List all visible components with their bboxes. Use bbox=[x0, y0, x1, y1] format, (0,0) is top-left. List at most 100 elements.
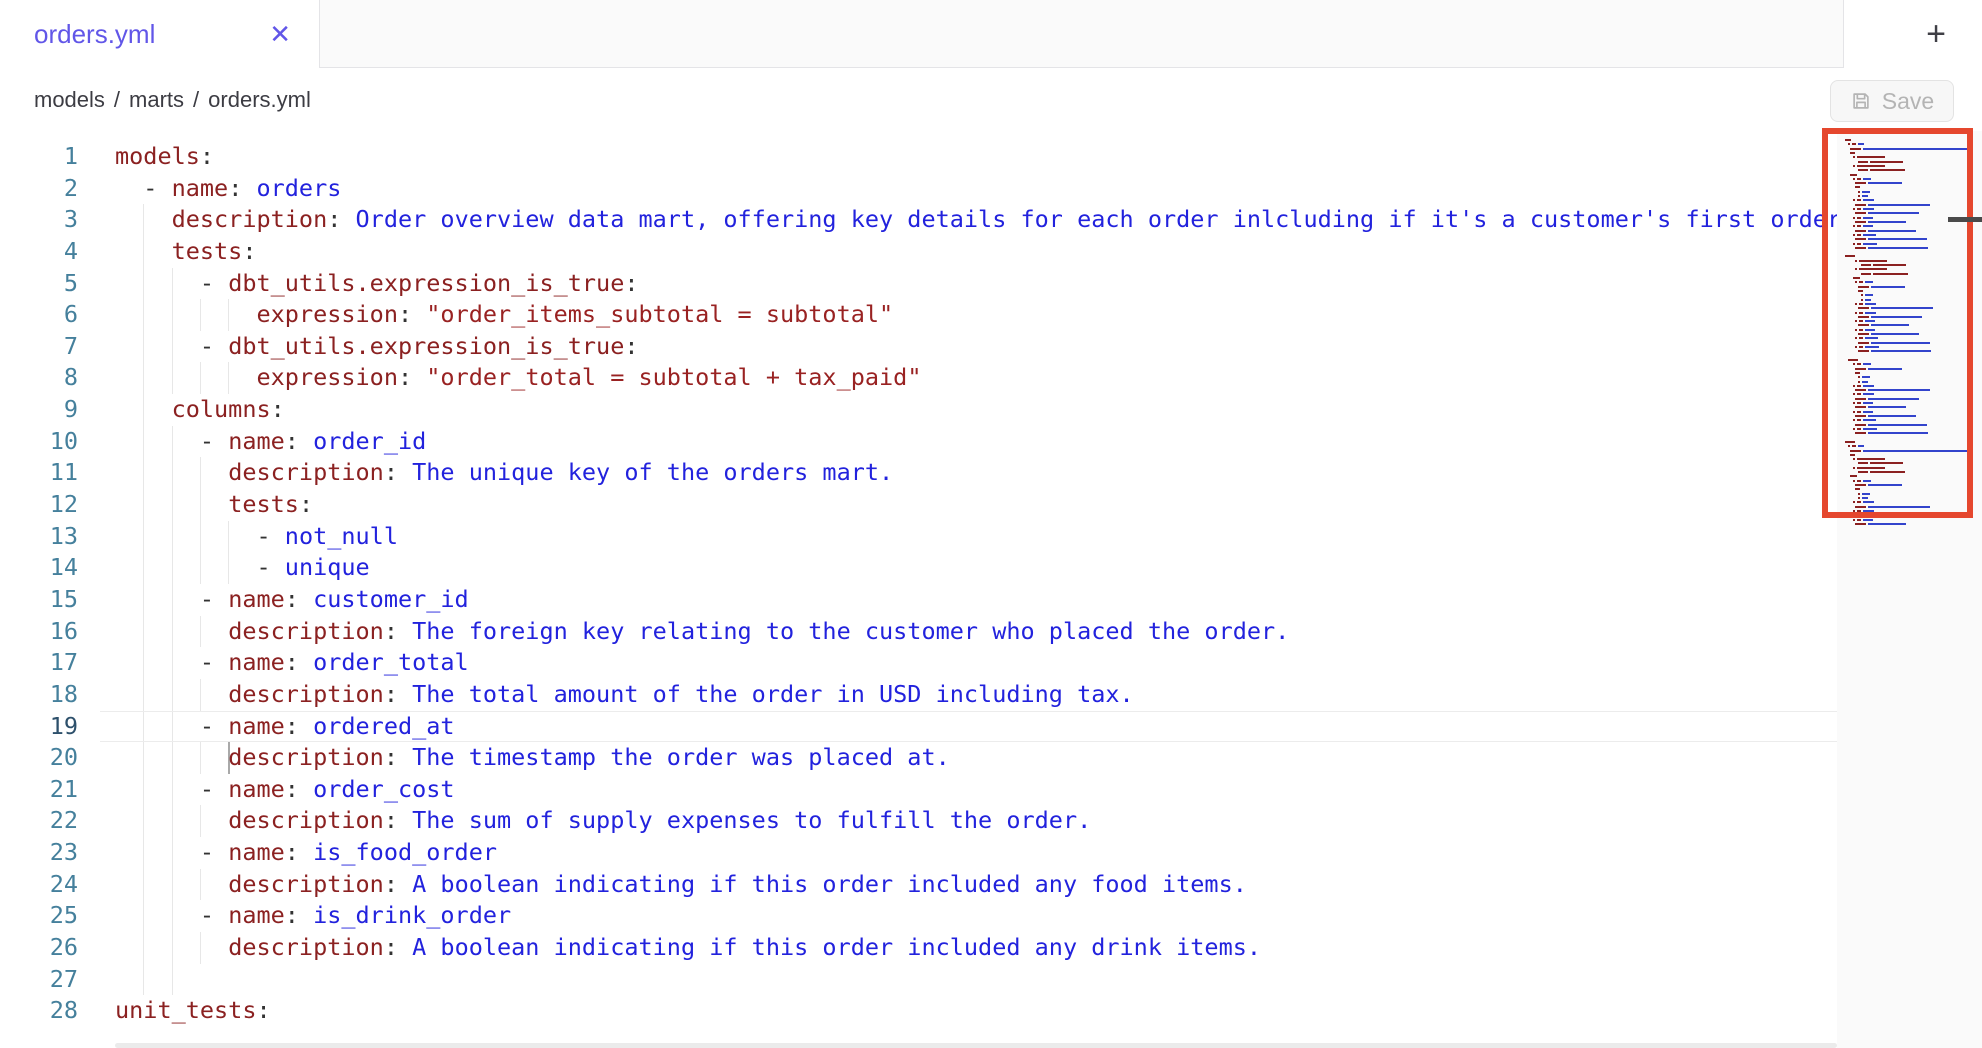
indent-guide bbox=[200, 932, 201, 964]
line-number: 11 bbox=[0, 457, 78, 489]
code-line[interactable]: 15- name: customer_id bbox=[0, 584, 1982, 616]
indent-guide bbox=[172, 299, 173, 331]
line-number: 17 bbox=[0, 647, 78, 679]
indent-guide bbox=[172, 900, 173, 932]
code-line[interactable]: 5 - dbt_utils.expression_is_true: bbox=[0, 268, 1982, 300]
close-icon[interactable]: ✕ bbox=[269, 21, 291, 47]
code-line[interactable]: 13- not_null bbox=[0, 521, 1982, 553]
code-line[interactable]: 23- name: is_food_order bbox=[0, 837, 1982, 869]
code-text: tests: bbox=[228, 489, 313, 521]
code-line[interactable]: 11 description: The unique key of the ord… bbox=[0, 457, 1982, 489]
code-text: description: The total amount of the ord… bbox=[228, 679, 1134, 711]
indent-guide bbox=[143, 837, 144, 869]
indent-guide bbox=[143, 426, 144, 458]
indent-guide bbox=[200, 521, 201, 553]
indent-guide bbox=[143, 679, 144, 711]
code-line[interactable]: 2- name: orders bbox=[0, 173, 1982, 205]
code-editor[interactable]: 1models:2- name: orders3description: Ord… bbox=[0, 131, 1982, 1048]
line-number: 24 bbox=[0, 869, 78, 901]
code-line[interactable]: 10- name: order_id bbox=[0, 426, 1982, 458]
code-line[interactable]: 3description: Order overview data mart, … bbox=[0, 204, 1982, 236]
code-line[interactable]: 21- name: order_cost bbox=[0, 774, 1982, 806]
horizontal-scrollbar[interactable] bbox=[115, 1043, 1837, 1048]
code-text: description: The foreign key relating to… bbox=[228, 616, 1289, 648]
code-lines: 1models:2- name: orders3description: Ord… bbox=[0, 141, 1982, 1027]
indent-guide bbox=[143, 584, 144, 616]
line-number: 4 bbox=[0, 236, 78, 268]
code-line[interactable]: 9columns: bbox=[0, 394, 1982, 426]
indent-guide bbox=[172, 837, 173, 869]
line-number: 14 bbox=[0, 552, 78, 584]
indent-guide bbox=[143, 742, 144, 774]
new-tab-button[interactable]: + bbox=[1908, 12, 1964, 56]
indent-guide bbox=[172, 552, 173, 584]
line-number: 25 bbox=[0, 900, 78, 932]
code-text: - name: is_drink_order bbox=[200, 900, 511, 932]
indent-guide bbox=[228, 521, 229, 553]
indent-guide bbox=[143, 616, 144, 648]
save-icon bbox=[1850, 90, 1872, 112]
cursor-position-marker bbox=[1948, 217, 1982, 222]
line-number: 7 bbox=[0, 331, 78, 363]
ide-window: orders.yml ✕ + models / marts / orders.y… bbox=[0, 0, 1982, 1048]
code-line[interactable]: 12 tests: bbox=[0, 489, 1982, 521]
indent-guide bbox=[172, 869, 173, 901]
line-number: 6 bbox=[0, 299, 78, 331]
line-number: 20 bbox=[0, 742, 78, 774]
indent-guide bbox=[143, 932, 144, 964]
code-text: description: The unique key of the order… bbox=[228, 457, 893, 489]
code-text: description: The timestamp the order was… bbox=[228, 742, 950, 774]
code-text: expression: "order_items_subtotal = subt… bbox=[257, 299, 894, 331]
minimap[interactable] bbox=[1837, 131, 1982, 1048]
breadcrumb-item-file[interactable]: orders.yml bbox=[208, 87, 311, 113]
code-text: - name: order_id bbox=[200, 426, 426, 458]
indent-guide bbox=[143, 647, 144, 679]
code-text: description: The sum of supply expenses … bbox=[228, 805, 1091, 837]
line-number: 26 bbox=[0, 932, 78, 964]
code-line[interactable]: 7 - dbt_utils.expression_is_true: bbox=[0, 331, 1982, 363]
indent-guide bbox=[172, 774, 173, 806]
indent-guide bbox=[172, 964, 173, 996]
code-line[interactable]: 1models: bbox=[0, 141, 1982, 173]
line-number: 12 bbox=[0, 489, 78, 521]
code-line[interactable]: 27 bbox=[0, 964, 1982, 996]
indent-guide bbox=[143, 331, 144, 363]
indent-guide bbox=[172, 362, 173, 394]
code-line[interactable]: 26description: A boolean indicating if t… bbox=[0, 932, 1982, 964]
code-line[interactable]: 25 - name: is_drink_order bbox=[0, 900, 1982, 932]
breadcrumb-item-models[interactable]: models bbox=[34, 87, 105, 113]
indent-guide bbox=[172, 647, 173, 679]
breadcrumb-item-marts[interactable]: marts bbox=[129, 87, 184, 113]
indent-guide bbox=[228, 299, 229, 331]
line-number: 8 bbox=[0, 362, 78, 394]
code-line[interactable]: 18description: The total amount of the o… bbox=[0, 679, 1982, 711]
code-line[interactable]: 19- name: ordered_at bbox=[0, 711, 1982, 743]
code-text: - dbt_utils.expression_is_true: bbox=[200, 268, 639, 300]
code-line[interactable]: 6 expression: "order_items_subtotal = sub… bbox=[0, 299, 1982, 331]
code-line[interactable]: 20 description: The timestamp the order w… bbox=[0, 742, 1982, 774]
save-button[interactable]: Save bbox=[1830, 80, 1954, 122]
code-line[interactable]: 17 - name: order_total bbox=[0, 647, 1982, 679]
indent-guide bbox=[143, 457, 144, 489]
line-number: 22 bbox=[0, 805, 78, 837]
line-number: 9 bbox=[0, 394, 78, 426]
indent-guide bbox=[172, 742, 173, 774]
code-line[interactable]: 14- unique bbox=[0, 552, 1982, 584]
tab-orders-yml[interactable]: orders.yml ✕ bbox=[0, 0, 320, 68]
code-text: - name: order_total bbox=[200, 647, 469, 679]
code-line[interactable]: 16description: The foreign key relating … bbox=[0, 616, 1982, 648]
indent-guide bbox=[200, 457, 201, 489]
code-line[interactable]: 24description: A boolean indicating if t… bbox=[0, 869, 1982, 901]
code-line[interactable]: 22 description: The sum of supply expense… bbox=[0, 805, 1982, 837]
line-number: 5 bbox=[0, 268, 78, 300]
indent-guide bbox=[143, 774, 144, 806]
indent-guide bbox=[172, 426, 173, 458]
code-line[interactable]: 4tests: bbox=[0, 236, 1982, 268]
line-number: 28 bbox=[0, 995, 78, 1027]
breadcrumb-separator: / bbox=[114, 87, 120, 113]
plus-icon: + bbox=[1926, 15, 1946, 54]
line-number: 1 bbox=[0, 141, 78, 173]
code-line[interactable]: 8expression: "order_total = subtotal + t… bbox=[0, 362, 1982, 394]
code-text: - dbt_utils.expression_is_true: bbox=[200, 331, 639, 363]
code-line[interactable]: 28unit_tests: bbox=[0, 995, 1982, 1027]
